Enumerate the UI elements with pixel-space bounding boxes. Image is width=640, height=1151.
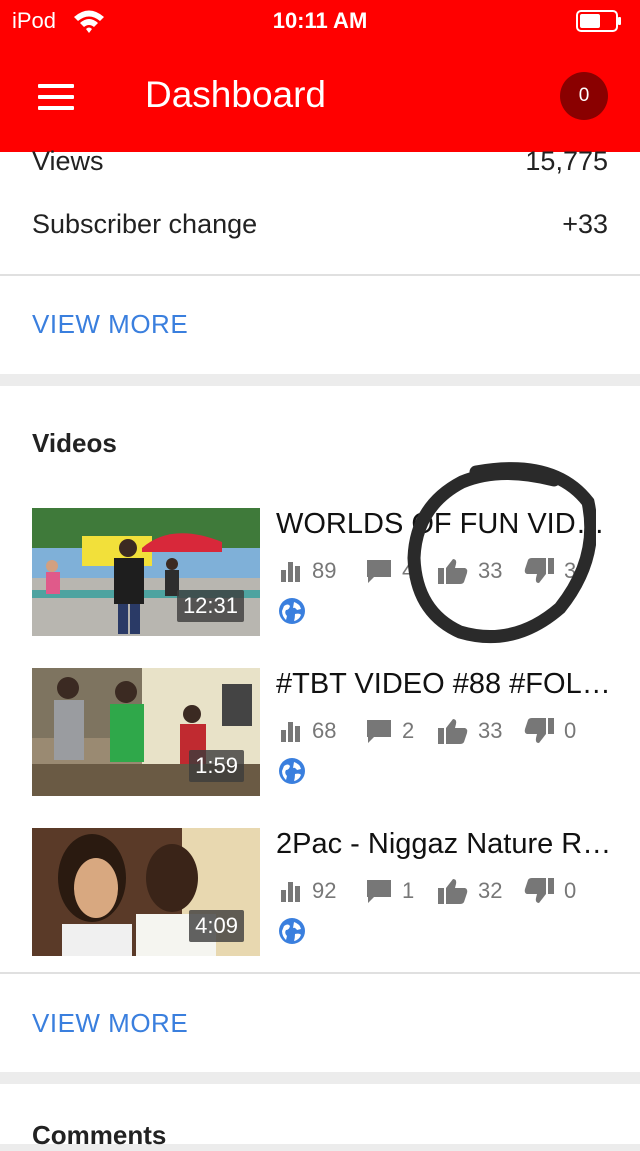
video-thumbnail[interactable]: 1:59 (32, 668, 260, 796)
comments-metric: 1 (366, 876, 414, 906)
stat-value: +33 (562, 209, 608, 239)
views-bar-chart-icon (281, 722, 300, 742)
comments-card: Comments (0, 1084, 640, 1150)
thumbs-up-icon (438, 879, 468, 904)
video-thumbnail[interactable]: 12:31 (32, 508, 260, 636)
status-time: 10:11 AM (272, 8, 368, 33)
comments-metric: 4 (366, 556, 414, 586)
view-more-videos-link[interactable]: VIEW MORE (32, 1008, 188, 1039)
stat-row-views: Views 15,775 (32, 146, 608, 186)
video-title[interactable]: WORLDS OF FUN VIDEO (276, 508, 616, 541)
comments-count: 2 (402, 718, 415, 743)
comment-icon (367, 720, 391, 743)
globe-public-icon (279, 598, 305, 624)
dislikes-count: 3 (564, 558, 577, 583)
video-duration: 12:31 (176, 590, 244, 622)
status-bar: iPod 10:11 AM (0, 0, 640, 40)
likes-metric: 32 (438, 876, 502, 906)
stat-label: Subscriber change (32, 209, 258, 239)
divider (0, 274, 640, 276)
globe-public-icon (279, 918, 305, 944)
likes-count: 33 (478, 718, 503, 743)
views-count: 68 (312, 718, 337, 743)
video-list-item[interactable]: 4:09 2Pac - Niggaz Nature Remix 92 1 32 … (0, 828, 640, 958)
views-bar-chart-icon (281, 882, 300, 902)
views-count: 89 (312, 558, 337, 583)
notification-badge[interactable]: 0 (560, 72, 608, 120)
video-list-item[interactable]: 1:59 #TBT VIDEO #88 #FOLLOW 68 2 33 0 (0, 668, 640, 798)
videos-card: Videos 12:31 WORLDS OF FUN VIDEO 89 4 33… (0, 386, 640, 1072)
thumbs-down-icon (524, 878, 554, 903)
comments-metric: 2 (366, 716, 414, 746)
dislikes-count: 0 (564, 878, 577, 903)
hamburger-line (38, 95, 74, 99)
views-count: 92 (312, 878, 337, 903)
likes-count: 32 (478, 878, 503, 903)
likes-count: 33 (478, 558, 503, 583)
view-more-analytics-link[interactable]: VIEW MORE (32, 309, 188, 340)
views-bar-chart-icon (281, 562, 300, 582)
stat-value: 15,775 (525, 146, 608, 176)
stat-label: Views (32, 146, 104, 176)
videos-section-title: Videos (32, 428, 117, 458)
battery-icon (576, 10, 621, 32)
comments-count: 4 (402, 558, 415, 583)
menu-button[interactable] (32, 78, 80, 118)
analytics-card: Views 15,775 Subscriber change +33 VIEW … (0, 146, 640, 374)
thumbs-down-icon (524, 718, 554, 743)
comment-icon (367, 880, 391, 903)
views-metric: 68 (280, 716, 336, 746)
likes-metric: 33 (438, 556, 502, 586)
views-metric: 92 (280, 876, 336, 906)
likes-metric: 33 (438, 716, 502, 746)
stat-row-subscribers: Subscriber change +33 (32, 209, 608, 249)
thumbs-up-icon (438, 559, 468, 584)
video-title[interactable]: 2Pac - Niggaz Nature Remix (276, 828, 616, 861)
dislikes-metric: 3 (524, 556, 576, 586)
app-header: iPod 10:11 AM Dashboard 0 (0, 0, 640, 152)
comments-count: 1 (402, 878, 415, 903)
dislikes-count: 0 (564, 718, 577, 743)
page-title: Dashboard (145, 74, 327, 115)
video-thumbnail[interactable]: 4:09 (32, 828, 260, 956)
dislikes-metric: 0 (524, 876, 576, 906)
dislikes-metric: 0 (524, 716, 576, 746)
video-duration: 1:59 (189, 750, 244, 782)
globe-public-icon (279, 758, 305, 784)
video-list-item[interactable]: 12:31 WORLDS OF FUN VIDEO 89 4 33 3 (0, 508, 640, 638)
hamburger-line (38, 106, 74, 110)
views-metric: 89 (280, 556, 336, 586)
thumbs-down-icon (524, 558, 554, 583)
video-duration: 4:09 (189, 910, 244, 942)
thumbs-up-icon (438, 719, 468, 744)
comment-icon (367, 560, 391, 583)
video-title[interactable]: #TBT VIDEO #88 #FOLLOW (276, 668, 616, 701)
divider (0, 972, 640, 974)
hamburger-menu-icon (38, 84, 74, 88)
